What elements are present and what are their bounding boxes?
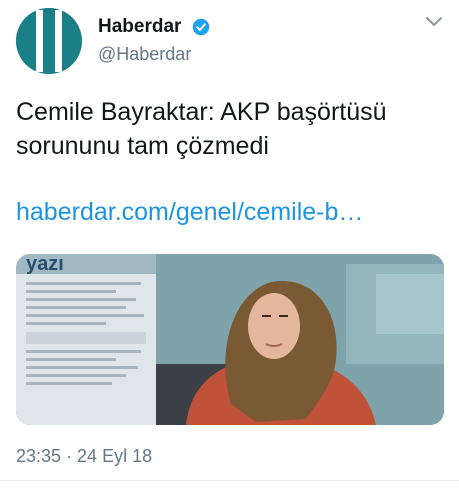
divider xyxy=(0,480,459,481)
avatar[interactable] xyxy=(16,8,82,74)
tweet-timestamp[interactable]: 23:35 · 24 Eyl 18 xyxy=(16,446,152,467)
tweet-media-image[interactable]: yazı xyxy=(16,254,444,425)
display-name-row: Haberdar xyxy=(98,16,210,38)
tweet-link[interactable]: haberdar.com/genel/cemile-b… xyxy=(16,198,363,227)
newspaper-masthead: yazı xyxy=(26,254,64,275)
tweet-text: Cemile Bayraktar: AKP başörtüsü sorununu… xyxy=(16,98,387,160)
haberdar-logo-icon xyxy=(16,8,82,74)
chevron-down-icon[interactable] xyxy=(424,14,444,30)
tweet-header: Haberdar @Haberdar xyxy=(0,0,459,90)
news-photo: yazı xyxy=(16,254,444,425)
verified-badge-icon xyxy=(192,18,210,36)
display-name[interactable]: Haberdar xyxy=(98,16,181,38)
handle[interactable]: @Haberdar xyxy=(98,44,191,65)
